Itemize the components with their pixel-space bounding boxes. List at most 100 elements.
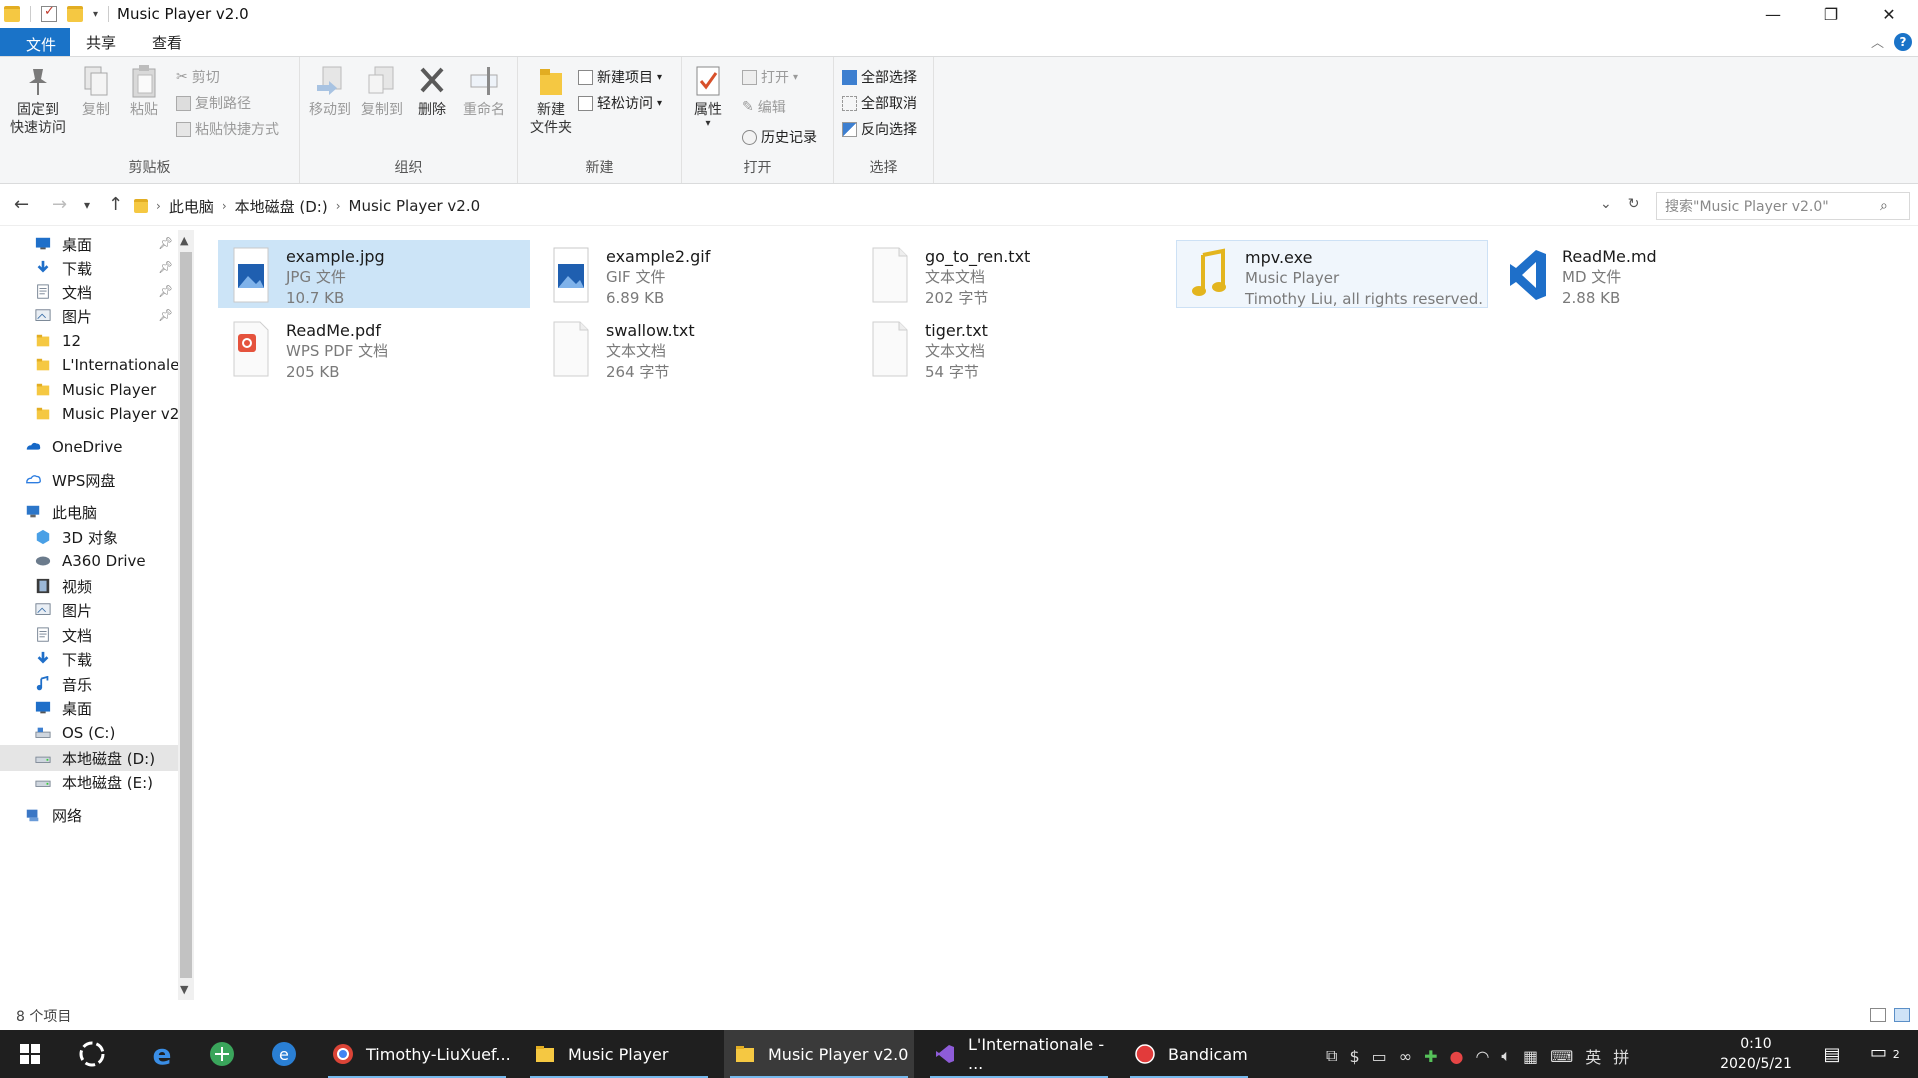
- nav-item[interactable]: 本地磁盘 (D:): [0, 745, 178, 771]
- search-icon[interactable]: ⌕: [1880, 192, 1900, 220]
- address-history-chevron-icon[interactable]: ⌄: [1600, 196, 1612, 212]
- green-plus-icon[interactable]: ✚: [1424, 1047, 1437, 1066]
- nav-item[interactable]: 桌面: [34, 695, 178, 721]
- cut-button[interactable]: ✂ 剪切: [176, 67, 220, 87]
- wifi-icon[interactable]: ◠: [1475, 1047, 1489, 1066]
- file-item[interactable]: example2.gif GIF 文件 6.89 KB: [538, 240, 850, 308]
- nav-item[interactable]: 桌面: [34, 231, 178, 257]
- back-arrow-icon[interactable]: ←: [14, 194, 29, 215]
- address-bar[interactable]: › 此电脑 › 本地磁盘 (D:) › Music Player v2.0: [134, 192, 1626, 220]
- nav-item[interactable]: L'Internationale: [34, 352, 178, 378]
- file-item[interactable]: ReadMe.md MD 文件 2.88 KB: [1494, 240, 1806, 308]
- move-to-button[interactable]: 移动到: [304, 63, 356, 119]
- taskbar-app-button[interactable]: Music Player: [524, 1030, 714, 1078]
- new-folder-button[interactable]: 新建 文件夹: [522, 63, 580, 137]
- nav-item[interactable]: 下载: [34, 255, 178, 281]
- new-folder-quick-icon[interactable]: [67, 6, 83, 22]
- notification-center-button[interactable]: ▭ 2: [1870, 1042, 1900, 1063]
- search-input[interactable]: 搜索"Music Player v2.0": [1656, 192, 1910, 220]
- keyboard-icon[interactable]: ⌨: [1550, 1047, 1573, 1066]
- nav-item[interactable]: Music Player v2: [34, 401, 178, 427]
- start-button[interactable]: [10, 1030, 50, 1078]
- nav-item[interactable]: 文档: [34, 279, 178, 305]
- paste-button[interactable]: 粘贴: [124, 63, 164, 119]
- nav-item[interactable]: 此电脑: [24, 499, 178, 525]
- copy-path-button[interactable]: 复制路径: [176, 93, 251, 113]
- up-arrow-icon[interactable]: ↑: [108, 194, 123, 215]
- properties-button[interactable]: 属性 ▾: [686, 63, 730, 129]
- maximize-button[interactable]: ❐: [1802, 0, 1860, 28]
- copy-to-button[interactable]: 复制到: [356, 63, 408, 119]
- nav-item[interactable]: A360 Drive: [34, 548, 178, 574]
- file-item[interactable]: ReadMe.pdf WPS PDF 文档 205 KB: [218, 314, 530, 382]
- details-view-icon[interactable]: [1870, 1008, 1886, 1022]
- close-button[interactable]: ✕: [1860, 0, 1918, 28]
- nav-item[interactable]: 图片: [34, 597, 178, 623]
- nav-item[interactable]: 本地磁盘 (E:): [34, 769, 178, 795]
- ime-pad-icon[interactable]: ▦: [1523, 1047, 1538, 1066]
- invert-selection-button[interactable]: 反向选择: [842, 119, 917, 139]
- nav-item[interactable]: 文档: [34, 622, 178, 648]
- breadcrumb-this-pc[interactable]: 此电脑: [169, 196, 214, 217]
- dollar-icon[interactable]: $: [1349, 1047, 1359, 1066]
- scroll-up-icon[interactable]: ▲: [180, 234, 188, 247]
- nav-item[interactable]: OS (C:): [34, 720, 178, 746]
- nav-item[interactable]: WPS网盘: [24, 467, 178, 493]
- rename-button[interactable]: 重命名: [458, 63, 510, 119]
- nav-item[interactable]: 12: [34, 328, 178, 354]
- history-button[interactable]: 历史记录: [742, 127, 817, 147]
- taskbar-app-button[interactable]: Timothy-LiuXuef...: [322, 1030, 512, 1078]
- file-item[interactable]: go_to_ren.txt 文本文档 202 字节: [857, 240, 1169, 308]
- file-item[interactable]: mpv.exe Music Player Timothy Liu, all righ…: [1176, 240, 1488, 308]
- link-icon[interactable]: ∞: [1399, 1047, 1412, 1066]
- ime-language-indicator[interactable]: 英: [1585, 1044, 1601, 1068]
- file-item[interactable]: tiger.txt 文本文档 54 字节: [857, 314, 1169, 382]
- forward-arrow-icon[interactable]: →: [52, 194, 67, 215]
- breadcrumb-drive-d[interactable]: 本地磁盘 (D:): [235, 196, 328, 217]
- refresh-icon[interactable]: ↻: [1628, 196, 1640, 212]
- record-icon[interactable]: ●: [1449, 1047, 1463, 1066]
- delete-button[interactable]: 删除: [412, 63, 452, 119]
- breadcrumb-current-folder[interactable]: Music Player v2.0: [349, 197, 481, 215]
- chevron-right-icon[interactable]: ›: [222, 199, 227, 213]
- tab-view[interactable]: 查看: [134, 28, 200, 56]
- volume-icon[interactable]: 🔈︎: [1501, 1046, 1511, 1066]
- nav-item[interactable]: 网络: [24, 802, 178, 828]
- show-desktop-button[interactable]: ▤: [1816, 1030, 1848, 1078]
- task-view-icon[interactable]: ⧉: [1326, 1046, 1337, 1066]
- scroll-thumb[interactable]: [180, 252, 192, 978]
- easy-access-button[interactable]: 轻松访问 ▾: [578, 93, 662, 113]
- ime-mode-indicator[interactable]: 拼: [1613, 1044, 1629, 1068]
- nav-item[interactable]: 视频: [34, 573, 178, 599]
- file-item[interactable]: example.jpg JPG 文件 10.7 KB: [218, 240, 530, 308]
- copy-button[interactable]: 复制: [76, 63, 116, 119]
- select-all-button[interactable]: 全部选择: [842, 67, 917, 87]
- green-browser-button[interactable]: [198, 1030, 246, 1078]
- edit-button[interactable]: ✎ 编辑: [742, 97, 786, 117]
- tab-share[interactable]: 共享: [68, 28, 134, 56]
- nav-item[interactable]: Music Player: [34, 377, 178, 403]
- nav-item[interactable]: 3D 对象: [34, 524, 178, 550]
- taskbar-app-button[interactable]: L'Internationale - ...: [924, 1030, 1114, 1078]
- edge-browser-button[interactable]: e: [138, 1030, 186, 1078]
- battery-icon[interactable]: ▭: [1372, 1047, 1387, 1066]
- open-button[interactable]: 打开 ▾: [742, 67, 798, 87]
- taskbar-app-button[interactable]: Bandicam: [1124, 1030, 1254, 1078]
- properties-quick-icon[interactable]: [41, 4, 57, 22]
- file-item[interactable]: swallow.txt 文本文档 264 字节: [538, 314, 850, 382]
- taskbar-app-button[interactable]: Music Player v2.0: [724, 1030, 914, 1078]
- minimize-button[interactable]: —: [1744, 0, 1802, 28]
- select-none-button[interactable]: 全部取消: [842, 93, 917, 113]
- nav-scrollbar[interactable]: ▲ ▼: [178, 230, 194, 1000]
- paste-shortcut-button[interactable]: 粘贴快捷方式: [176, 119, 279, 139]
- pin-to-quick-access-button[interactable]: 固定到 快速访问: [6, 63, 70, 137]
- scroll-down-icon[interactable]: ▼: [180, 983, 188, 996]
- recent-locations-chevron-icon[interactable]: ▾: [84, 198, 90, 212]
- nav-item[interactable]: 图片: [34, 303, 178, 329]
- customize-toolbar-chevron-icon[interactable]: ▾: [93, 9, 98, 20]
- new-item-button[interactable]: 新建项目 ▾: [578, 67, 662, 87]
- pinned-app-icon[interactable]: [68, 1030, 116, 1078]
- nav-item[interactable]: 下载: [34, 646, 178, 672]
- ie-browser-button[interactable]: e: [260, 1030, 308, 1078]
- help-icon[interactable]: ?: [1894, 32, 1912, 51]
